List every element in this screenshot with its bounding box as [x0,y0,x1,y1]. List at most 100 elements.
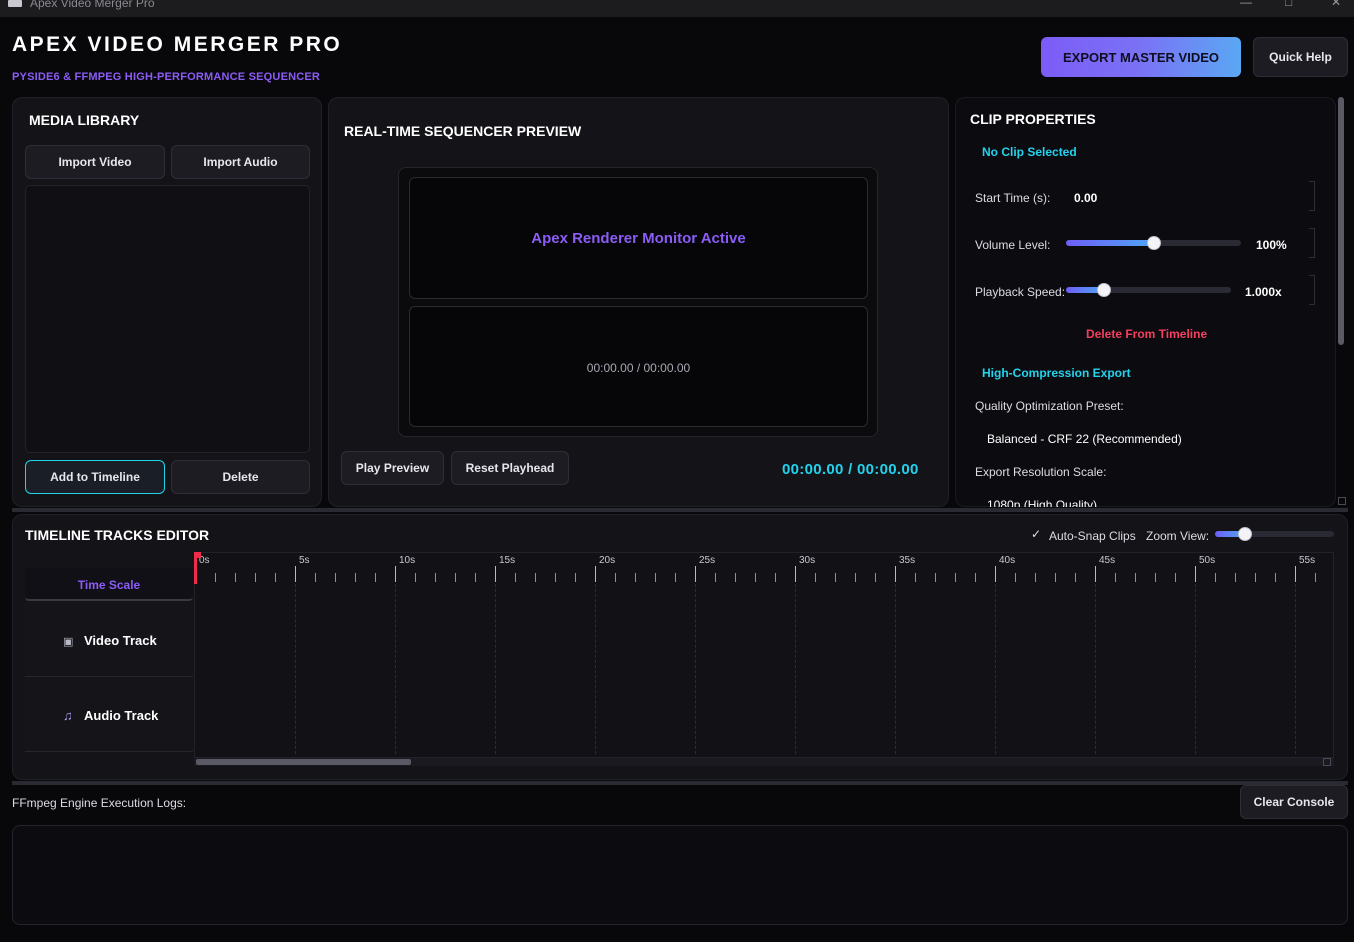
ruler-minor-tick [535,573,536,582]
ruler-minor-tick [515,573,516,582]
media-list[interactable] [25,185,310,453]
quality-preset-label: Quality Optimization Preset: [975,399,1124,413]
import-video-button[interactable]: Import Video [25,145,165,179]
close-icon[interactable]: ✕ [1331,0,1341,9]
quick-help-button[interactable]: Quick Help [1253,37,1348,77]
ruler-minor-tick [435,573,436,582]
ruler-minor-tick [615,573,616,582]
add-to-timeline-button[interactable]: Add to Timeline [25,460,165,494]
volume-spin-edge[interactable] [1309,228,1315,258]
ruler-minor-tick [635,573,636,582]
ruler-tick-label: 45s [1099,555,1116,566]
properties-scrollbar[interactable] [1338,97,1344,345]
ruler-tick-label: 10s [399,555,416,566]
timeline-title: TIMELINE TRACKS EDITOR [25,527,210,543]
ruler-major-tick [1195,566,1196,582]
quality-preset-select[interactable]: Balanced - CRF 22 (Recommended) [987,432,1182,446]
speed-spin-edge[interactable] [1309,275,1315,305]
ruler-minor-tick [1055,573,1056,582]
zoom-slider-handle[interactable] [1238,527,1252,541]
ruler-minor-tick [475,573,476,582]
video-track-label: Video Track [84,633,157,648]
delete-media-button[interactable]: Delete [171,460,310,494]
reset-playhead-button[interactable]: Reset Playhead [451,451,569,485]
ruler-minor-tick [1255,573,1256,582]
playback-speed-slider-handle[interactable] [1097,283,1111,297]
ruler-minor-tick [835,573,836,582]
ruler-minor-tick [455,573,456,582]
ruler-minor-tick [575,573,576,582]
auto-snap-check-icon[interactable]: ✓ [1031,527,1041,541]
auto-snap-checkbox[interactable]: Auto-Snap Clips [1049,529,1136,543]
zoom-slider[interactable] [1215,527,1334,541]
export-master-video-button[interactable]: EXPORT MASTER VIDEO [1041,37,1241,77]
ruler-minor-tick [915,573,916,582]
ruler-minor-tick [735,573,736,582]
ruler-minor-tick [555,573,556,582]
ruler-minor-tick [1015,573,1016,582]
resize-grip-icon[interactable] [1338,497,1346,505]
resolution-scale-select[interactable]: 1080p (High Quality) [987,498,1097,507]
playback-time-readout: 00:00.00 / 00:00.00 [782,461,919,478]
delete-from-timeline-button[interactable]: Delete From Timeline [1086,327,1207,341]
window-titlebar: Apex Video Merger Pro — □ ✕ [0,0,1354,17]
renderer-monitor-label: Apex Renderer Monitor Active [531,230,746,247]
playback-speed-slider[interactable] [1066,283,1231,297]
ruler-major-tick [995,566,996,582]
minimize-icon[interactable]: — [1240,0,1252,9]
log-output[interactable] [12,825,1348,925]
timeline-grid-line [495,584,496,754]
start-time-spin-edge[interactable] [1309,181,1315,211]
volume-slider[interactable] [1066,236,1241,250]
timeline-canvas[interactable] [194,552,1334,758]
ruler-minor-tick [1115,573,1116,582]
ruler-minor-tick [335,573,336,582]
splitter-top[interactable] [12,508,1348,512]
volume-slider-handle[interactable] [1147,236,1161,250]
playhead-handle[interactable] [194,552,201,558]
window-title: Apex Video Merger Pro [30,0,155,10]
media-library-title: MEDIA LIBRARY [29,112,140,128]
ruler-tick-label: 35s [899,555,916,566]
play-preview-button[interactable]: Play Preview [341,451,444,485]
ruler-minor-tick [815,573,816,582]
ruler-minor-tick [955,573,956,582]
ruler-minor-tick [1175,573,1176,582]
ruler-major-tick [895,566,896,582]
export-section-title: High-Compression Export [982,366,1131,380]
timeline-grid-line [1095,584,1096,754]
timeline-resize-grip-icon[interactable] [1323,758,1331,766]
splitter-bottom[interactable] [12,781,1348,785]
timeline-grid-line [895,584,896,754]
ruler-tick-label: 5s [299,555,310,566]
ruler-minor-tick [1035,573,1036,582]
ruler-minor-tick [415,573,416,582]
ruler-minor-tick [655,573,656,582]
ruler-major-tick [1095,566,1096,582]
app-icon [8,0,22,7]
timeline-grid-line [995,584,996,754]
app-title: APEX VIDEO MERGER PRO [12,33,343,56]
ruler-minor-tick [355,573,356,582]
zoom-view-label: Zoom View: [1146,529,1210,543]
ruler-minor-tick [255,573,256,582]
ruler-tick-label: 20s [599,555,616,566]
ruler-minor-tick [235,573,236,582]
volume-label: Volume Level: [975,238,1051,252]
import-audio-button[interactable]: Import Audio [171,145,310,179]
ruler-minor-tick [935,573,936,582]
clear-console-button[interactable]: Clear Console [1240,785,1348,819]
ruler-major-tick [695,566,696,582]
timeline-grid-line [1295,584,1296,754]
ruler-minor-tick [1315,573,1316,582]
ruler-minor-tick [875,573,876,582]
maximize-icon[interactable]: □ [1285,0,1292,9]
clip-properties-title: CLIP PROPERTIES [970,111,1096,127]
ruler-tick-label: 55s [1299,555,1316,566]
ruler-tick-label: 15s [499,555,516,566]
log-label: FFmpeg Engine Execution Logs: [12,796,187,810]
playback-speed-label: Playback Speed: [975,285,1066,299]
timeline-h-scrollbar-thumb[interactable] [196,759,411,765]
start-time-input[interactable]: 0.00 [1074,191,1097,205]
ruler-minor-tick [675,573,676,582]
